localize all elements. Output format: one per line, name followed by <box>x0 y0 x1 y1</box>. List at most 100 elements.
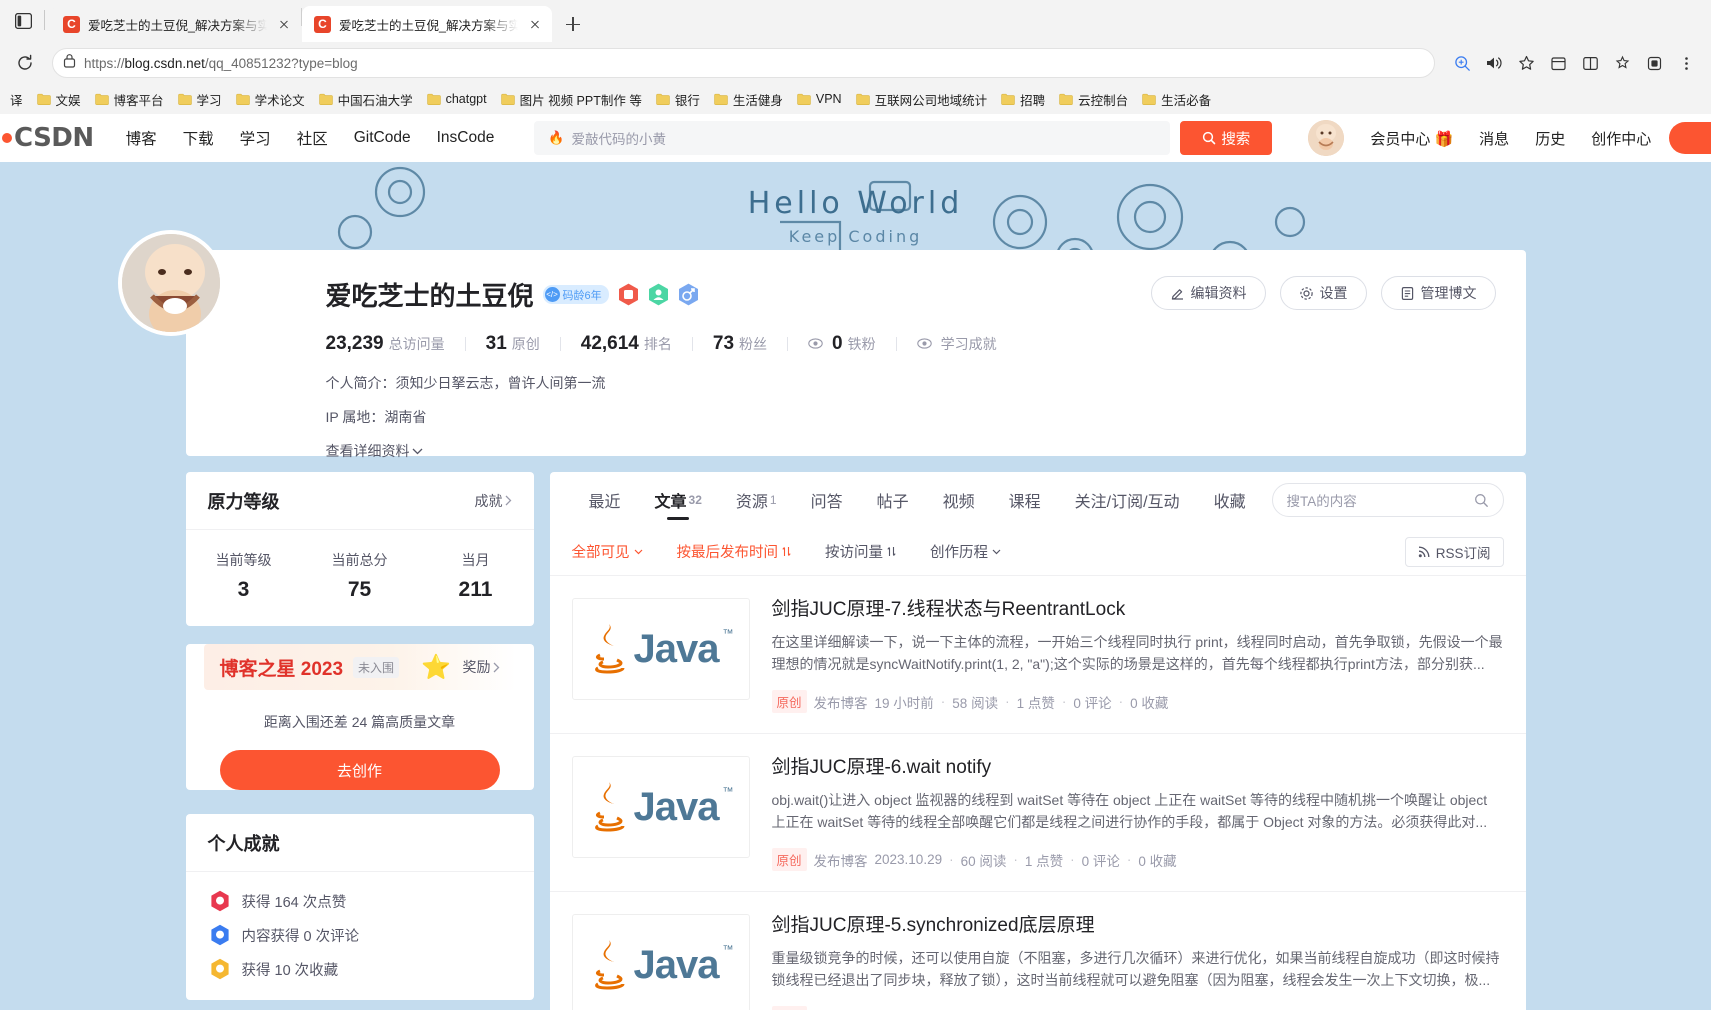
filter-创作历程[interactable]: 创作历程 <box>930 541 1001 562</box>
manage-posts-button[interactable]: 管理博文 <box>1380 276 1496 310</box>
favorite-star-icon[interactable] <box>1511 48 1541 78</box>
nav-link-下载[interactable]: 下载 <box>183 127 214 149</box>
bookmark-item[interactable]: 学习 <box>172 87 228 112</box>
tab-关注/订阅/互动[interactable]: 关注/订阅/互动 <box>1058 472 1197 528</box>
bookmark-item[interactable]: 云控制台 <box>1053 87 1134 112</box>
article-title[interactable]: 剑指JUC原理-7.线程状态与ReentrantLock <box>772 598 1504 623</box>
close-icon[interactable] <box>526 15 544 33</box>
close-icon[interactable] <box>275 15 293 33</box>
tab-收藏[interactable]: 收藏 <box>1197 472 1263 528</box>
go-create-button[interactable]: 去创作 <box>219 750 500 790</box>
bookmark-item[interactable]: 博客平台 <box>89 87 170 112</box>
profile-stat-原创[interactable]: 31 原创 <box>486 333 540 355</box>
achievements-link[interactable]: 成就 <box>475 491 512 511</box>
collections-icon[interactable] <box>1543 48 1573 78</box>
profile-stat-排名[interactable]: 42,614 排名 <box>581 333 672 355</box>
nav-creation-center[interactable]: 创作中心 <box>1591 128 1651 149</box>
browser-essentials-icon[interactable] <box>1607 48 1637 78</box>
tab-问答[interactable]: 问答 <box>794 472 860 528</box>
folder-icon <box>1142 93 1156 105</box>
filter-按最后发布时间[interactable]: 按最后发布时间 <box>677 541 792 562</box>
search-ta-content[interactable]: 搜TA的内容 <box>1271 483 1504 517</box>
article-item[interactable]: Java ™ 剑指JUC原理-6.wait notify obj.wait()让进入 … <box>549 734 1526 893</box>
profile-stat-粉丝[interactable]: 73 粉丝 <box>713 333 767 355</box>
nav-link-学习[interactable]: 学习 <box>240 127 271 149</box>
nav-history[interactable]: 历史 <box>1535 128 1565 149</box>
browser-tab-2[interactable]: C 爱吃芝士的土豆倪_解决方案与实 <box>302 6 552 42</box>
bookmark-item[interactable]: 学术论文 <box>230 87 311 112</box>
bookmark-label: 中国石油大学 <box>337 93 413 108</box>
profile-avatar[interactable] <box>117 230 224 336</box>
bookmark-label: 云控制台 <box>1078 93 1129 108</box>
bookmark-item[interactable]: 文娱 <box>31 87 87 112</box>
filter-全部可见[interactable]: 全部可见 <box>572 541 643 562</box>
folder-icon <box>855 93 870 105</box>
nav-cta-pill[interactable] <box>1669 122 1711 154</box>
read-aloud-icon[interactable] <box>1479 48 1509 78</box>
bookmark-item[interactable]: 中国石油大学 <box>313 87 419 112</box>
filter-按访问量[interactable]: 按访问量 <box>825 541 896 562</box>
csdn-logo[interactable]: CSDN <box>0 123 94 153</box>
avatar[interactable] <box>1308 120 1345 156</box>
settings-more-icon[interactable] <box>1671 48 1701 78</box>
nav-member-center[interactable]: 会员中心 🎁 <box>1370 128 1453 149</box>
article-thumbnail: Java ™ <box>571 598 750 700</box>
blog-star-banner: 博客之星 2023 未入围 ⭐ 奖励 <box>203 644 516 690</box>
nav-link-博客[interactable]: 博客 <box>126 127 157 149</box>
tab-label: 文章 <box>654 494 687 511</box>
rss-subscribe-button[interactable]: RSS订阅 <box>1404 536 1504 567</box>
split-screen-icon[interactable] <box>1575 48 1605 78</box>
article-title[interactable]: 剑指JUC原理-5.synchronized底层原理 <box>772 914 1504 939</box>
bookmark-item[interactable]: VPN <box>791 89 848 109</box>
bookmark-label: 译 <box>10 93 23 108</box>
settings-button[interactable]: 设置 <box>1279 276 1367 310</box>
address-bar[interactable]: https://blog.csdn.net/qq_40851232?type=b… <box>52 48 1435 78</box>
meta-dot: · <box>1118 694 1124 710</box>
bookmark-item[interactable]: 图片 视频 PPT制作 等 <box>495 87 648 112</box>
browser-toolbar: https://blog.csdn.net/qq_40851232?type=b… <box>0 42 1711 84</box>
achievements-card-header: 个人成就 <box>185 814 534 872</box>
bookmark-item[interactable]: 招聘 <box>995 87 1051 112</box>
nav-messages[interactable]: 消息 <box>1479 128 1509 149</box>
nav-link-InsCode[interactable]: InsCode <box>437 129 495 147</box>
tab-title: 爱吃芝士的土豆倪_解决方案与实 <box>88 18 267 33</box>
nav-link-社区[interactable]: 社区 <box>297 127 328 149</box>
bookmark-item[interactable]: 互联网公司地域统计 <box>850 87 994 112</box>
bookmark-item[interactable]: chatgpt <box>421 89 493 109</box>
tab-视频[interactable]: 视频 <box>926 472 992 528</box>
folder-icon <box>36 93 51 105</box>
tab-资源[interactable]: 资源 1 <box>719 472 794 528</box>
tab-最近[interactable]: 最近 <box>572 472 638 528</box>
view-details-link[interactable]: 查看详细资料 <box>326 441 423 461</box>
original-tag: 原创 <box>771 1006 807 1010</box>
tab-课程[interactable]: 课程 <box>992 472 1058 528</box>
article-title[interactable]: 剑指JUC原理-6.wait notify <box>772 756 1504 781</box>
reward-link[interactable]: 奖励 <box>463 657 500 677</box>
reload-icon[interactable] <box>10 48 40 78</box>
profile-stat-铁粉[interactable]: 0 铁粉 <box>808 333 876 355</box>
bookmark-item[interactable]: 译 <box>4 87 29 112</box>
bookmark-item[interactable]: 生活必备 <box>1136 87 1217 112</box>
zoom-icon[interactable] <box>1447 48 1477 78</box>
profile-stat-总访问量[interactable]: 23,239 总访问量 <box>326 333 445 355</box>
edit-profile-button[interactable]: 编辑资料 <box>1150 276 1266 310</box>
search-button[interactable]: 搜索 <box>1180 121 1273 155</box>
csdn-search-input[interactable]: 🔥 爱敲代码的小黄 <box>534 121 1171 155</box>
nav-link-GitCode[interactable]: GitCode <box>354 129 411 147</box>
chevron-down-icon <box>412 448 422 454</box>
article-body: 剑指JUC原理-6.wait notify obj.wait()让进入 objec… <box>771 756 1504 872</box>
extensions-icon[interactable] <box>1639 48 1669 78</box>
filter-label: 按访问量 <box>825 545 883 561</box>
learning-achievement-link[interactable]: 学习成就 <box>916 334 997 354</box>
sidebar-toggle-icon[interactable] <box>6 4 40 38</box>
browser-tab-1[interactable]: C 爱吃芝士的土豆倪_解决方案与实 <box>51 6 301 42</box>
browser-chrome: C 爱吃芝士的土豆倪_解决方案与实 C 爱吃芝士的土豆倪_解决方案与实 http… <box>0 0 1711 114</box>
tab-文章[interactable]: 文章 32 <box>638 472 719 528</box>
bookmark-item[interactable]: 银行 <box>650 87 706 112</box>
new-tab-button[interactable] <box>558 9 588 39</box>
tab-帖子[interactable]: 帖子 <box>860 472 926 528</box>
article-item[interactable]: Java ™ 剑指JUC原理-5.synchronized底层原理 重量级锁竞争的时候… <box>550 892 1526 1010</box>
achievements-card-title: 个人成就 <box>207 833 280 854</box>
bookmark-item[interactable]: 生活健身 <box>708 87 789 112</box>
article-item[interactable]: Java ™ 剑指JUC原理-7.线程状态与ReentrantLock 在这里详细解读… <box>549 576 1526 735</box>
